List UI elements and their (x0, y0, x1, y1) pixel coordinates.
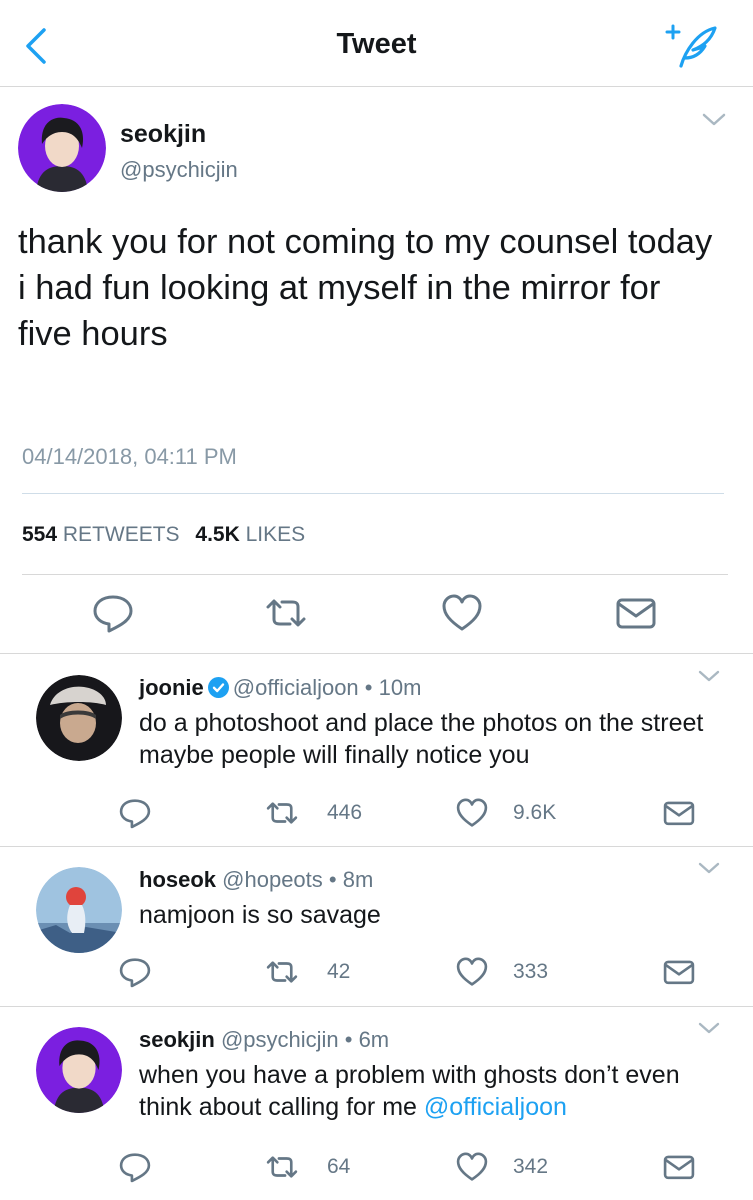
reply-tweet[interactable]: seokjin @psychicjin • 6m when you have a… (0, 1007, 753, 1200)
reply-author-handle[interactable]: @psychicjin (221, 1027, 339, 1052)
retweets-label[interactable]: RETWEETS (63, 523, 180, 546)
reply-header: hoseok @hopeots • 8m (139, 867, 373, 893)
nav-bar: Tweet (0, 0, 753, 87)
reply-bubble-icon[interactable] (118, 1150, 152, 1184)
like-count[interactable]: 9.6K (513, 801, 556, 825)
like-count[interactable]: 333 (513, 960, 548, 984)
retweet-icon[interactable] (265, 796, 299, 830)
retweet-icon[interactable] (265, 1150, 299, 1184)
avatar[interactable] (36, 867, 122, 953)
retweet-count[interactable]: 64 (327, 1155, 350, 1179)
heart-icon[interactable] (455, 955, 489, 989)
likes-label[interactable]: LIKES (246, 523, 306, 546)
reply-author-handle[interactable]: @hopeots (222, 867, 323, 892)
reply-author-name[interactable]: joonie (139, 675, 204, 700)
envelope-icon[interactable] (662, 1150, 696, 1184)
tweet-stats: 554 RETWEETS 4.5K LIKES (22, 523, 315, 547)
tweet-timestamp: 04/14/2018, 04:11 PM (22, 444, 237, 469)
divider (22, 493, 724, 494)
retweet-icon[interactable] (265, 955, 299, 989)
heart-icon[interactable] (455, 796, 489, 830)
chevron-down-icon[interactable] (697, 861, 721, 875)
avatar[interactable] (18, 104, 106, 192)
reply-text: namjoon is so savage (139, 901, 381, 929)
divider (0, 653, 753, 654)
reply-actions: 42 333 (0, 955, 753, 991)
reply-tweet[interactable]: hoseok @hopeots • 8m namjoon is so savag… (0, 847, 753, 1007)
like-count[interactable]: 342 (513, 1155, 548, 1179)
page-title: Tweet (336, 28, 417, 60)
reply-text: when you have a problem with ghosts don’… (139, 1059, 729, 1123)
retweets-count[interactable]: 554 (22, 523, 57, 546)
chevron-down-icon[interactable] (697, 1021, 721, 1035)
reply-bubble-icon[interactable] (118, 796, 152, 830)
author-name[interactable]: seokjin (120, 120, 206, 149)
likes-count[interactable]: 4.5K (195, 523, 239, 546)
reply-tweet[interactable]: joonie @officialjoon • 10m do a photoshoo… (0, 655, 753, 847)
compose-feather-icon[interactable] (663, 22, 723, 70)
reply-author-handle[interactable]: @officialjoon (233, 675, 359, 700)
heart-icon[interactable] (440, 591, 484, 635)
reply-time: • 6m (338, 1027, 390, 1052)
reply-actions: 446 9.6K (0, 796, 753, 832)
reply-header: joonie @officialjoon • 10m (139, 675, 421, 701)
avatar[interactable] (36, 1027, 122, 1113)
reply-bubble-icon[interactable] (91, 591, 135, 635)
reply-text: do a photoshoot and place the photos on … (139, 709, 704, 769)
author-handle[interactable]: @psychicjin (120, 157, 238, 183)
chevron-down-icon[interactable] (701, 112, 727, 128)
reply-time: • 10m (358, 675, 422, 700)
divider (22, 574, 728, 575)
reply-author-name[interactable]: hoseok (139, 867, 216, 892)
envelope-icon[interactable] (614, 591, 658, 635)
avatar[interactable] (36, 675, 122, 761)
verified-badge-icon (207, 677, 229, 698)
reply-bubble-icon[interactable] (118, 955, 152, 989)
reply-actions: 64 342 (0, 1150, 753, 1186)
reply-text-content: when you have a problem with ghosts don’… (139, 1061, 680, 1121)
envelope-icon[interactable] (662, 955, 696, 989)
retweet-icon[interactable] (264, 591, 308, 635)
reply-header: seokjin @psychicjin • 6m (139, 1027, 389, 1053)
chevron-down-icon[interactable] (697, 669, 721, 683)
reply-time: • 8m (322, 867, 374, 892)
tweet-text: thank you for not coming to my counsel t… (18, 223, 713, 353)
reply-author-name[interactable]: seokjin (139, 1027, 215, 1052)
envelope-icon[interactable] (662, 796, 696, 830)
retweet-count[interactable]: 446 (327, 801, 362, 825)
retweet-count[interactable]: 42 (327, 960, 350, 984)
tweet-actions (0, 591, 753, 641)
mention-link[interactable]: @officialjoon (424, 1093, 567, 1121)
heart-icon[interactable] (455, 1150, 489, 1184)
